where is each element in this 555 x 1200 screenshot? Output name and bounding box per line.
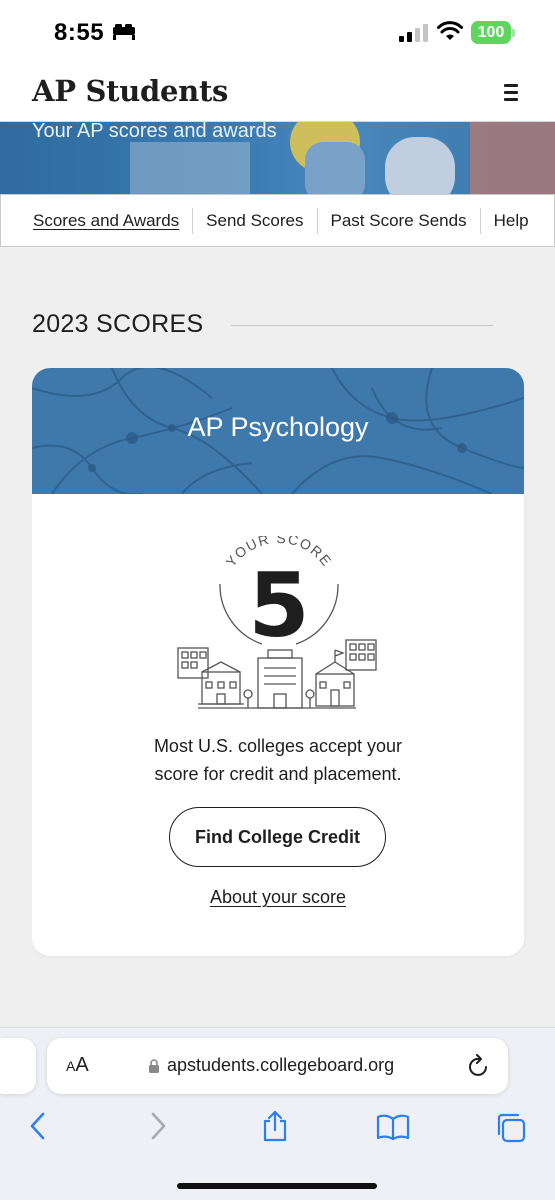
hero-photo-shape bbox=[130, 142, 250, 194]
back-icon[interactable] bbox=[28, 1112, 48, 1140]
previous-tab-preview[interactable] bbox=[0, 1038, 36, 1094]
reload-icon[interactable] bbox=[468, 1054, 490, 1078]
url-text[interactable]: apstudents.collegeboard.org bbox=[167, 1055, 394, 1076]
section-title: 2023 SCORES bbox=[32, 310, 204, 338]
aa-large-letter: A bbox=[75, 1054, 89, 1076]
home-indicator bbox=[177, 1183, 377, 1189]
card-subject-title: AP Psychology bbox=[187, 412, 369, 442]
site-title[interactable]: AP Students bbox=[32, 74, 228, 108]
address-bar[interactable]: AA apstudents.collegeboard.org bbox=[47, 1038, 508, 1094]
bookmarks-icon[interactable] bbox=[376, 1114, 410, 1140]
bed-icon bbox=[113, 24, 135, 40]
score-message-line: Most U.S. colleges accept your bbox=[153, 736, 403, 756]
card-banner: AP Psychology bbox=[32, 368, 524, 494]
college-buildings-icon bbox=[177, 639, 377, 709]
battery-tip bbox=[512, 29, 515, 37]
hero-photo-shape bbox=[385, 137, 455, 194]
reader-options-button[interactable]: AA bbox=[66, 1054, 89, 1077]
about-your-score-link[interactable]: About your score bbox=[32, 887, 524, 908]
score-message: Most U.S. colleges accept your score for… bbox=[32, 732, 524, 788]
hero-banner: Your AP scores and awards bbox=[0, 122, 555, 194]
browser-toolbar: AA apstudents.collegeboard.org bbox=[0, 1027, 555, 1200]
status-time: 8:55 bbox=[54, 19, 105, 46]
subnav-item-send-scores[interactable]: Send Scores bbox=[192, 207, 316, 234]
cellular-signal-icon bbox=[399, 24, 428, 42]
hamburger-menu-icon[interactable] bbox=[504, 84, 524, 102]
forward-icon[interactable] bbox=[148, 1112, 168, 1140]
subnav-item-scores-and-awards[interactable]: Scores and Awards bbox=[1, 208, 192, 234]
section-divider bbox=[231, 325, 493, 326]
subnav: Scores and Awards Send Scores Past Score… bbox=[0, 194, 555, 247]
hero-subtitle: Your AP scores and awards bbox=[32, 122, 277, 142]
lock-icon bbox=[149, 1059, 159, 1073]
score-card: AP Psychology YOUR SCORE 5 Most U.S. col… bbox=[32, 368, 524, 956]
subnav-item-past-score-sends[interactable]: Past Score Sends bbox=[316, 207, 480, 234]
share-icon[interactable] bbox=[261, 1110, 289, 1142]
subnav-item-help[interactable]: Help bbox=[479, 207, 542, 234]
hero-photo-shape bbox=[470, 122, 555, 194]
score-graphic: YOUR SCORE 5 bbox=[176, 536, 382, 712]
hero-photo-shape bbox=[305, 142, 365, 194]
tabs-icon[interactable] bbox=[495, 1112, 527, 1144]
score-message-line: score for credit and placement. bbox=[154, 764, 402, 784]
status-bar: 8:55 100 bbox=[0, 0, 555, 66]
site-header: AP Students bbox=[0, 66, 555, 122]
find-college-credit-button[interactable]: Find College Credit bbox=[169, 807, 386, 867]
wifi-icon bbox=[437, 21, 463, 40]
battery-icon: 100 bbox=[471, 21, 511, 44]
aa-small-letter: A bbox=[66, 1058, 76, 1074]
